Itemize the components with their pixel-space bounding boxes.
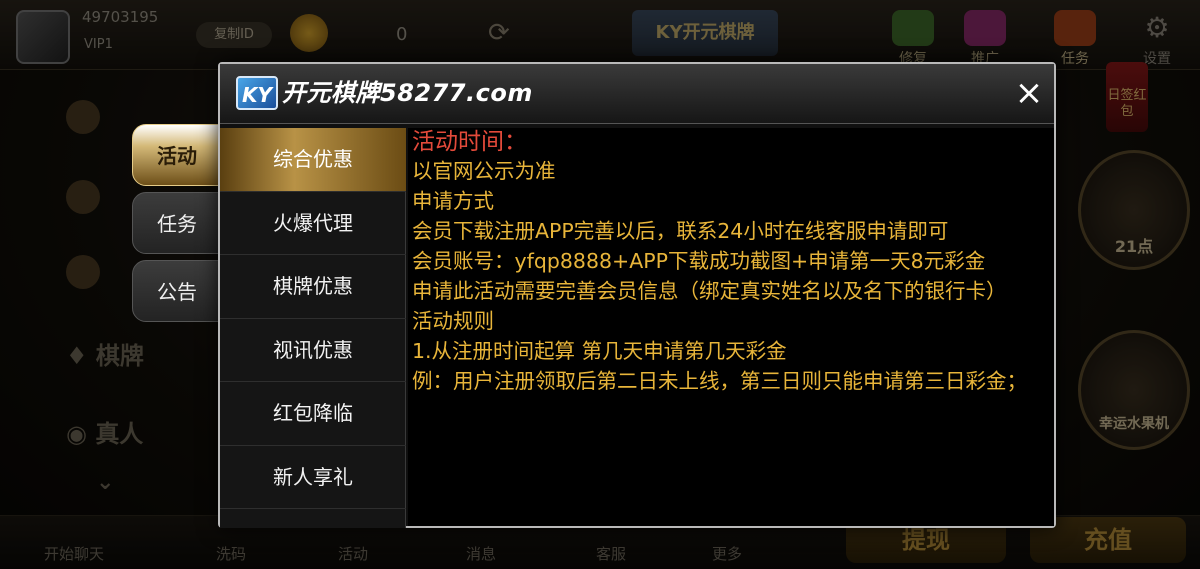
dialog-header: KY 开元棋牌58277.com × <box>220 64 1054 124</box>
brand-name: 开元棋牌58277.com <box>282 79 533 107</box>
menu-item-newcomer[interactable]: 新人享礼 <box>220 446 406 509</box>
tab-activity[interactable]: 活动 <box>132 124 222 186</box>
tab-task[interactable]: 任务 <box>132 192 222 254</box>
menu-item-agent[interactable]: 火爆代理 <box>220 192 406 255</box>
close-icon[interactable]: × <box>1010 74 1048 112</box>
content-line: 会员账号：yfqp8888+APP下载成功截图+申请第一天8元彩金 <box>412 249 986 273</box>
content-line: 申请此活动需要完善会员信息（绑定真实姓名以及名下的银行卡） <box>412 279 1007 303</box>
menu-item-cards[interactable]: 棋牌优惠 <box>220 255 406 319</box>
content-line: 活动规则 <box>412 309 494 333</box>
content-line: 以官网公示为准 <box>412 159 556 183</box>
content-line: 会员下载注册APP完善以后，联系24小时在线客服申请即可 <box>412 219 949 243</box>
activity-dialog: KY 开元棋牌58277.com × 综合优惠 火爆代理 棋牌优惠 视讯优惠 红… <box>218 62 1056 528</box>
scroll-fade <box>408 508 1054 526</box>
content-line: 例：用户注册领取后第二日未上线，第三日则只能申请第三日彩金； <box>412 369 1027 393</box>
menu-item-general[interactable]: 综合优惠 <box>220 128 406 192</box>
promo-menu: 综合优惠 火爆代理 棋牌优惠 视讯优惠 红包降临 新人享礼 <box>220 128 406 528</box>
tab-notice[interactable]: 公告 <box>132 260 222 322</box>
menu-item-red-packet[interactable]: 红包降临 <box>220 382 406 446</box>
menu-item-video[interactable]: 视讯优惠 <box>220 319 406 382</box>
content-line: 1.从注册时间起算 第几天申请第几天彩金 <box>412 339 787 363</box>
promo-content[interactable]: 活动时间： 以官网公示为准 申请方式 会员下载注册APP完善以后，联系24小时在… <box>408 128 1054 526</box>
content-line: 申请方式 <box>412 189 494 213</box>
ky-logo: KY <box>236 76 278 110</box>
content-heading: 活动时间： <box>412 129 527 155</box>
